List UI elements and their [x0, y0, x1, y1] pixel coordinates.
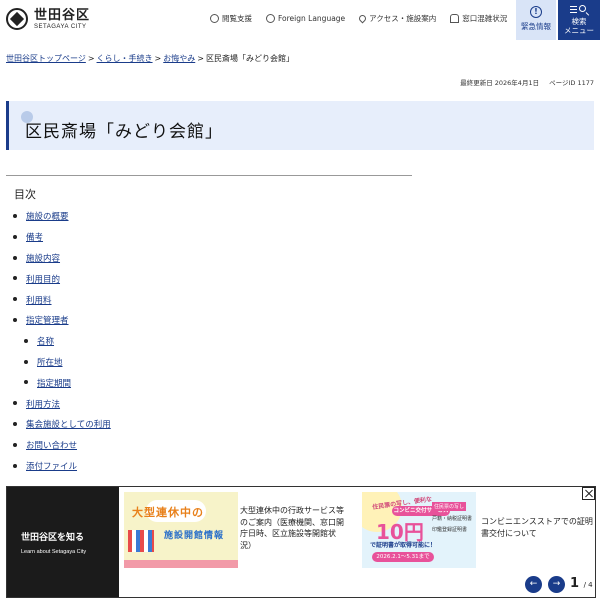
banner-label-en: Learn about Setagaya City [21, 549, 87, 555]
page-meta: 最終更新日 2026年4月1日 ページID 1177 [460, 77, 594, 87]
toc-item: 名称 [6, 331, 412, 352]
logo-name-en: SETAGAYA CITY [34, 23, 87, 30]
globe-icon [266, 14, 275, 23]
banner-card-image-convenience[interactable]: 住民票の写し、便利な コンビニ交付サービス 10円 で証明書が取得可能に！ 20… [362, 492, 476, 568]
site-logo[interactable]: 世田谷区 SETAGAYA CITY [6, 8, 90, 30]
toc-link[interactable]: 利用目的 [26, 273, 60, 285]
menu-label: メニュー [564, 25, 594, 35]
banner-card-text-holiday[interactable]: 大型連休中の行政サービス等のご案内（医療機関、窓口開庁日時、区立施設等開館状況） [240, 505, 346, 551]
toc-link[interactable]: 利用方法 [26, 398, 60, 410]
toc-item: お問い合わせ [6, 435, 412, 456]
banner-card-image-holiday[interactable]: 大型連休中の 施設開館情報 [124, 492, 238, 568]
banner-close-button[interactable] [582, 487, 595, 500]
toc-link[interactable]: 指定管理者 [26, 314, 69, 326]
pager-total: / 4 [583, 581, 593, 589]
util-accessibility[interactable]: 閲覧支援 [210, 13, 252, 24]
toc-item: 利用目的 [6, 268, 412, 289]
toc-link[interactable]: 所在地 [37, 356, 63, 368]
page-id: ページID 1177 [549, 79, 594, 87]
emergency-info-button[interactable]: ! 緊急情報 [516, 0, 556, 40]
gear-icon [210, 14, 219, 23]
toc-link[interactable]: お問い合わせ [26, 439, 77, 451]
city-emblem-icon [6, 8, 28, 30]
banner-label: 世田谷区を知る Learn about Setagaya City [7, 487, 119, 597]
breadcrumb-current: 区民斎場「みどり会館」 [205, 54, 294, 63]
table-of-contents: 目次 施設の概要備考施設内容利用目的利用料指定管理者名称所在地指定期間利用方法集… [6, 175, 412, 476]
people-icon [450, 14, 460, 23]
banner-pager: 1 / 4 [570, 576, 593, 591]
breadcrumb-link-condolence[interactable]: お悔やみ [163, 54, 195, 63]
toc-item: 所在地 [6, 352, 412, 373]
toc-link[interactable]: 施設内容 [26, 252, 60, 264]
search-menu-icon [569, 4, 589, 16]
util-counter-congestion[interactable]: 窓口混雑状況 [450, 13, 507, 24]
toc-link[interactable]: 備考 [26, 231, 43, 243]
util-label: アクセス・施設案内 [369, 14, 437, 23]
toc-link[interactable]: 指定期間 [37, 377, 71, 389]
pager-current: 1 [570, 576, 580, 591]
card-image-date: 2026.2.1〜5.31まで [372, 552, 434, 562]
page-title: 区民斎場「みどり会館」 [25, 122, 223, 142]
toc-link[interactable]: 施設の概要 [26, 210, 69, 222]
site-header: 世田谷区 SETAGAYA CITY 閲覧支援 Foreign Language… [0, 0, 600, 40]
toc-item: 指定管理者 [6, 310, 412, 331]
toc-item: 集会施設としての利用 [6, 414, 412, 435]
map-pin-icon [357, 13, 368, 24]
toc-heading: 目次 [14, 188, 36, 201]
promo-banner: 世田谷区を知る Learn about Setagaya City 大型連休中の… [6, 486, 596, 598]
card-image-text: で証明書が取得可能に！ [370, 542, 437, 549]
toc-item: 指定期間 [6, 372, 412, 393]
toc-item: 施設内容 [6, 248, 412, 269]
logo-name-ja: 世田谷区 [34, 7, 91, 23]
toc-list: 施設の概要備考施設内容利用目的利用料指定管理者名称所在地指定期間利用方法集会施設… [6, 206, 412, 476]
last-updated: 最終更新日 2026年4月1日 [460, 79, 540, 87]
toc-item: 備考 [6, 227, 412, 248]
util-label: Foreign Language [278, 14, 346, 23]
breadcrumb-link-top[interactable]: 世田谷区トップページ [6, 54, 86, 63]
banner-prev-button[interactable]: ← [525, 576, 542, 593]
utility-nav: 閲覧支援 Foreign Language アクセス・施設案内 窓口混雑状況 [210, 13, 521, 24]
banner-label-ja: 世田谷区を知る [21, 533, 85, 543]
toc-link[interactable]: 名称 [37, 335, 54, 347]
banner-next-button[interactable]: → [548, 576, 565, 593]
toc-item: 施設の概要 [6, 206, 412, 227]
toc-link[interactable]: 添付ファイル [26, 460, 77, 472]
util-foreign-language[interactable]: Foreign Language [266, 13, 345, 24]
alert-icon: ! [530, 6, 542, 18]
breadcrumb-link-living[interactable]: くらし・手続き [97, 54, 153, 63]
toc-item: 添付ファイル [6, 456, 412, 477]
util-label: 閲覧支援 [222, 14, 252, 23]
toc-link[interactable]: 利用料 [26, 294, 52, 306]
search-menu-button[interactable]: 検索 メニュー [558, 0, 600, 40]
toc-item: 利用料 [6, 289, 412, 310]
util-access[interactable]: アクセス・施設案内 [357, 13, 437, 24]
page-title-box: 区民斎場「みどり会館」 [6, 101, 594, 150]
card-image-text: 施設開館情報 [164, 531, 225, 541]
flag-illustration [128, 530, 154, 552]
banner-card-text-convenience[interactable]: コンビニエンスストアでの証明書交付について [481, 516, 593, 539]
card-image-text: 大型連休中の [132, 506, 204, 519]
util-label: 窓口混雑状況 [462, 14, 508, 23]
toc-link[interactable]: 集会施設としての利用 [26, 418, 111, 430]
card-image-list: 住民票の写し 戸籍・納税証明書 印鑑登録証明書 [432, 502, 473, 533]
toc-item: 利用方法 [6, 393, 412, 414]
breadcrumb: 世田谷区トップページ > くらし・手続き > お悔やみ > 区民斎場「みどり会館」 [6, 54, 294, 63]
emergency-label: 緊急情報 [521, 22, 551, 31]
